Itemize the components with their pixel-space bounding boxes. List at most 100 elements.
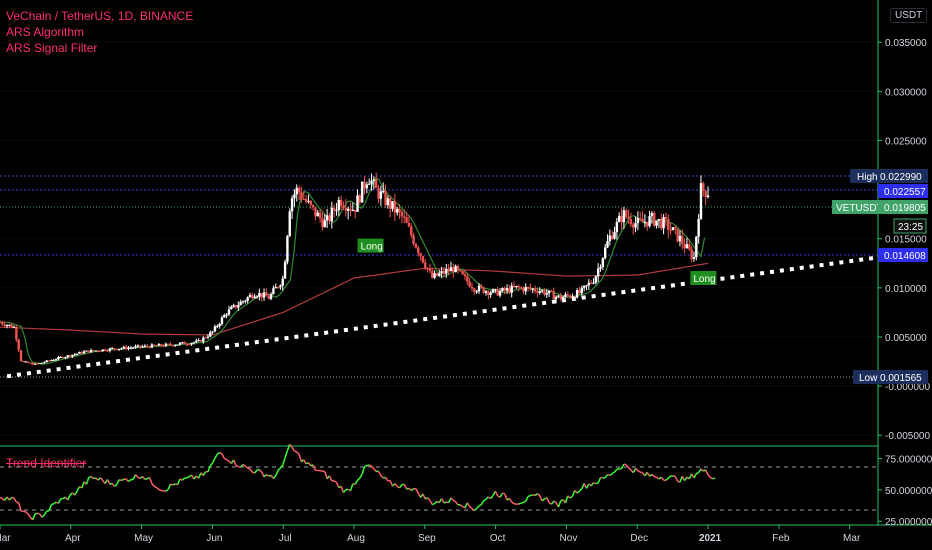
time-tick-label: Oct — [490, 533, 506, 544]
candle-up — [101, 349, 105, 352]
candle-down — [470, 286, 474, 289]
candle-down — [29, 362, 32, 364]
candle-down — [311, 204, 315, 208]
candle-down — [389, 198, 392, 209]
low-tag: Low 0.001565 — [853, 370, 928, 384]
osc-segment — [41, 514, 45, 518]
candle-down — [31, 362, 34, 365]
osc-segment — [658, 476, 662, 480]
symbol-title[interactable]: VeChain / TetherUS, 1D, BINANCE — [6, 8, 193, 24]
candle-down — [674, 227, 677, 229]
candle-down — [321, 218, 324, 227]
osc-segment — [158, 488, 162, 492]
high-tag: High 0.022990 — [850, 169, 928, 183]
osc-tick-label: 75.000000 — [885, 455, 932, 466]
osc-segment — [298, 454, 303, 463]
long-signal-label: Long — [693, 274, 715, 285]
osc-segment — [272, 475, 277, 479]
candle-up — [524, 287, 527, 292]
candle-up — [510, 285, 513, 293]
candle-down — [512, 285, 516, 288]
candle-up — [283, 261, 287, 279]
osc-segment — [232, 459, 237, 466]
osc-segment — [106, 479, 111, 485]
candle-up — [12, 326, 16, 328]
candle-up — [449, 267, 453, 272]
last-price-tag-text: 0.019805 — [884, 203, 926, 214]
osc-segment — [494, 490, 499, 497]
candle-down — [482, 287, 485, 293]
osc-segment — [51, 502, 55, 506]
candle-up — [699, 183, 703, 220]
osc-segment — [242, 463, 246, 467]
candle-down — [300, 192, 303, 199]
price-chart[interactable]: LongLong 0.0350000.0300000.0250000.02000… — [0, 0, 932, 550]
candle-up — [50, 360, 53, 362]
candle-down — [641, 218, 644, 223]
candle-up — [248, 294, 252, 298]
osc-segment — [356, 477, 361, 481]
candle-up — [592, 282, 595, 284]
candle-down — [536, 291, 539, 293]
osc-segment — [504, 493, 508, 501]
osc-segment — [656, 476, 660, 480]
osc-segment — [450, 497, 454, 501]
currency-button[interactable]: USDT — [890, 8, 928, 23]
candle-up — [206, 336, 210, 338]
osc-segment — [712, 477, 716, 480]
candle-down — [424, 262, 427, 269]
osc-segment — [394, 483, 398, 487]
candle-up — [440, 270, 443, 274]
candle-down — [304, 199, 308, 202]
candle-up — [484, 291, 488, 293]
time-tick-label: Mar — [0, 533, 11, 544]
osc-segment — [590, 482, 595, 487]
candle-up — [281, 278, 284, 286]
candle-down — [480, 285, 483, 288]
osc-segment — [294, 450, 298, 453]
osc-segment — [373, 468, 377, 472]
candle-up — [57, 357, 60, 360]
candle-up — [258, 293, 261, 297]
candle-up — [547, 290, 551, 294]
candle-up — [288, 211, 291, 237]
osc-segment — [340, 485, 345, 493]
oscillator-axis: 75.000000 50.000000 25.000000 — [878, 455, 932, 528]
osc-segment — [151, 482, 155, 487]
oscillator-title[interactable]: Trend Identifier — [6, 456, 86, 470]
candle-down — [148, 346, 151, 348]
candle-up — [697, 219, 700, 237]
candle-up — [131, 347, 135, 349]
candle-up — [227, 309, 231, 315]
candle-up — [438, 273, 441, 276]
osc-segment — [574, 489, 578, 494]
osc-segment — [67, 494, 71, 501]
indicator-ars-algorithm[interactable]: ARS Algorithm — [6, 24, 193, 40]
candle-up — [554, 296, 558, 300]
indicator-ars-signal-filter[interactable]: ARS Signal Filter — [6, 40, 193, 56]
osc-segment — [480, 500, 485, 506]
osc-segment — [359, 473, 363, 479]
candle-up — [143, 345, 147, 347]
candle-up — [538, 291, 541, 293]
candle-down — [162, 345, 165, 347]
osc-tick-label: 25.000000 — [885, 517, 932, 528]
osc-segment — [707, 474, 711, 478]
candle-up — [211, 331, 214, 333]
candle-up — [141, 346, 144, 348]
osc-segment — [211, 457, 216, 464]
candle-down — [664, 217, 668, 220]
candle-up — [190, 343, 193, 345]
candle-down — [639, 218, 642, 220]
candle-up — [330, 207, 333, 222]
osc-segment — [384, 477, 389, 482]
osc-segment — [487, 496, 492, 500]
candle-up — [45, 360, 48, 363]
candle-up — [582, 285, 586, 288]
osc-segment — [37, 512, 40, 515]
candle-up — [164, 343, 168, 347]
osc-segment — [307, 462, 312, 467]
candle-up — [498, 291, 502, 296]
osc-segment — [377, 470, 382, 477]
osc-segment — [69, 492, 73, 496]
